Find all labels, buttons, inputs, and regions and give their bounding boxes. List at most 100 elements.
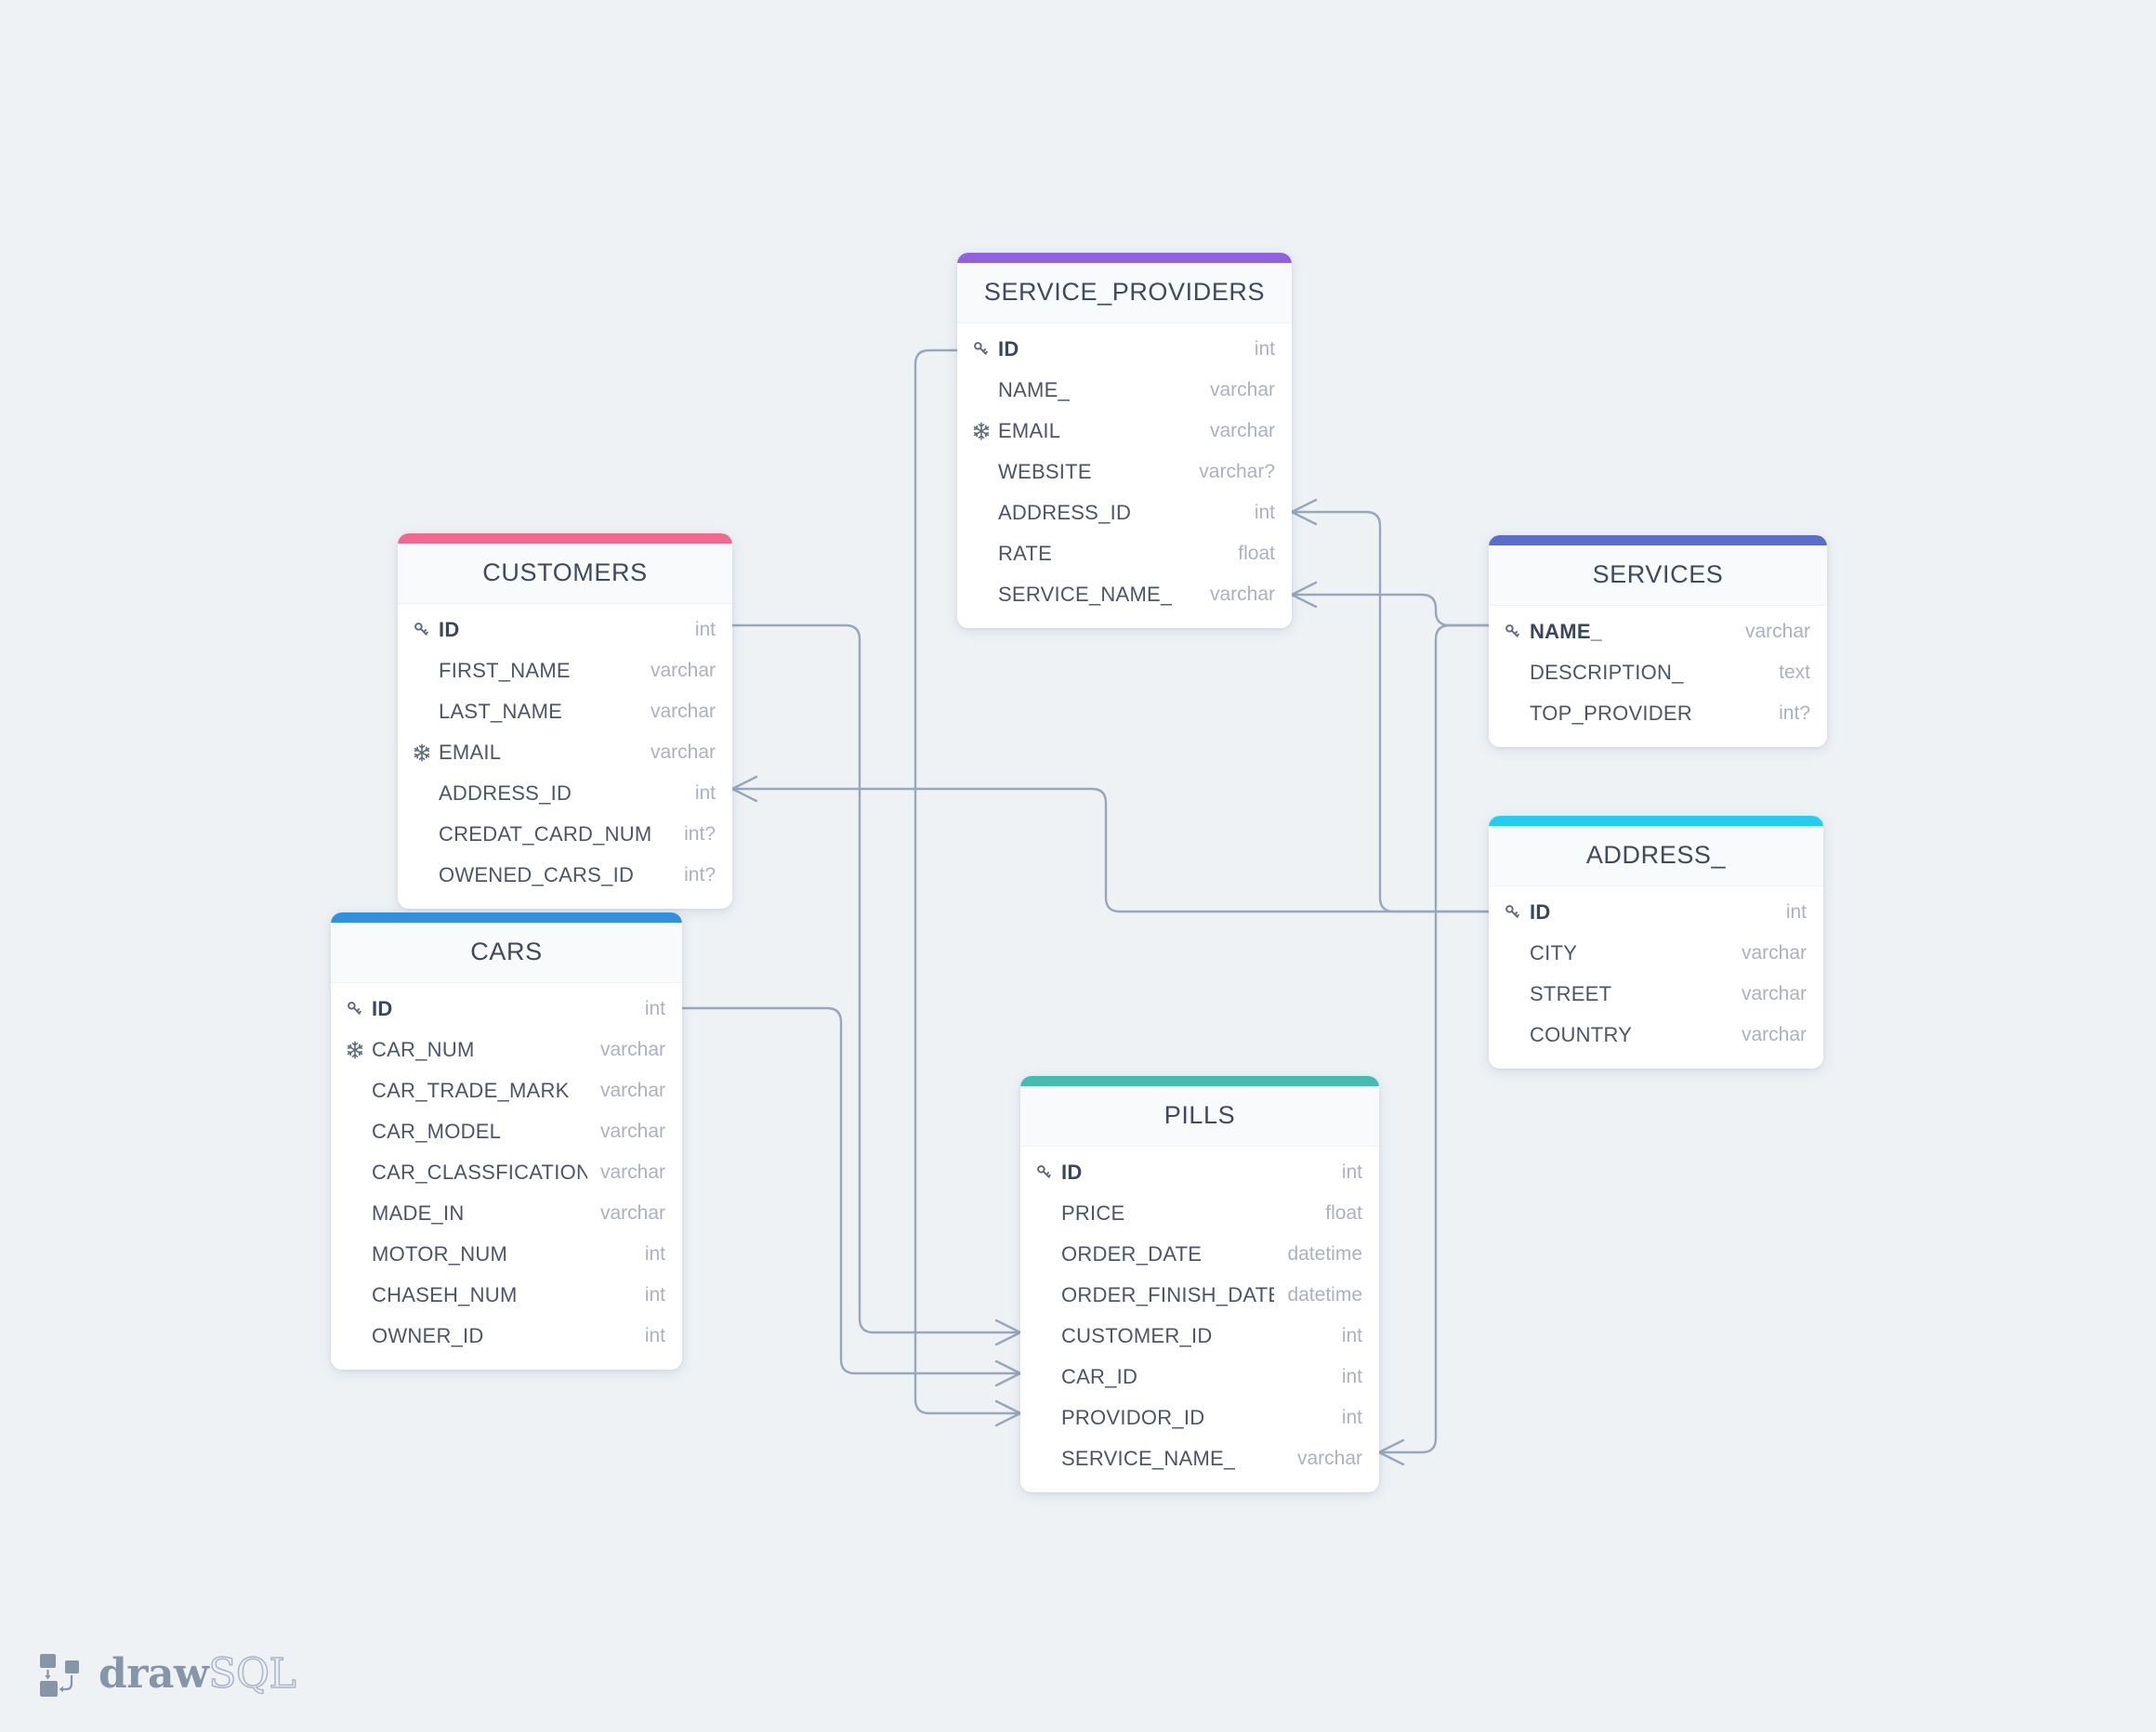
table-card-address_[interactable]: ADDRESS_IDintCITYvarcharSTREETvarcharCOU… (1489, 816, 1823, 1069)
column-name: MADE_IN (372, 1201, 465, 1226)
column-name: NAME_ (998, 378, 1070, 402)
crowsfoot-icon (996, 1401, 1020, 1425)
column-type: varchar (1734, 983, 1807, 1005)
column-row[interactable]: CREDAT_CARD_NUMint? (398, 814, 732, 855)
column-row[interactable]: IDint (957, 329, 1292, 370)
column-type: float (1318, 1202, 1362, 1225)
column-row[interactable]: IDint (398, 610, 732, 650)
column-type: varchar (1290, 1448, 1362, 1470)
column-name: CAR_NUM (372, 1038, 475, 1062)
column-row[interactable]: STREET varchar (1489, 974, 1823, 1015)
column-type: varchar (593, 1080, 665, 1102)
column-type: int? (1771, 702, 1810, 725)
column-type: int (1779, 901, 1807, 924)
column-row[interactable]: DESCRIPTION_text (1489, 652, 1827, 693)
column-type: varchar (593, 1202, 665, 1225)
column-type: varchar (643, 741, 716, 764)
column-row[interactable]: CAR_MODELvarchar (331, 1111, 682, 1152)
column-row[interactable]: MADE_IN varchar (331, 1193, 682, 1234)
column-type: varchar (1734, 942, 1807, 964)
column-type: varchar (643, 701, 716, 723)
column-row[interactable]: OWENED_CARS_IDint? (398, 855, 732, 896)
column-row[interactable]: PROVIDOR_IDint (1020, 1397, 1379, 1438)
table-columns: IDintNAME_varcharEMAILvarcharWEBSITEvarc… (957, 323, 1292, 628)
drawsql-mark-icon (37, 1650, 85, 1699)
column-row[interactable]: EMAILvarchar (957, 411, 1292, 452)
column-row[interactable]: LAST_NAME varchar (398, 691, 732, 732)
column-type: varchar (1203, 420, 1275, 442)
column-type: int (638, 1325, 665, 1347)
table-card-service_providers[interactable]: SERVICE_PROVIDERSIDintNAME_varcharEMAILv… (957, 253, 1292, 628)
column-name: CAR_TRADE_MARK (372, 1079, 570, 1103)
column-type: varchar (593, 1039, 665, 1061)
column-name: CITY (1530, 941, 1577, 965)
column-row[interactable]: ADDRESS_IDint (957, 492, 1292, 533)
crowsfoot-icon (996, 1320, 1020, 1345)
column-name: EMAIL (439, 741, 501, 765)
column-type: int (1334, 1407, 1362, 1429)
column-row[interactable]: WEBSITEvarchar? (957, 452, 1292, 492)
column-row[interactable]: EMAIL varchar (398, 732, 732, 773)
column-name: STREET (1530, 982, 1611, 1006)
key-icon (1502, 902, 1524, 923)
column-row[interactable]: RATEfloat (957, 533, 1292, 574)
column-row[interactable]: CAR_NUM varchar (331, 1030, 682, 1070)
column-type: int (1334, 1161, 1362, 1184)
crowsfoot-icon (1292, 500, 1316, 524)
column-name: ORDER_DATE (1061, 1242, 1202, 1266)
column-name: ADDRESS_ID (439, 781, 572, 806)
table-card-customers[interactable]: CUSTOMERSIDintFIRST_NAMEvarcharLAST_NAME… (398, 533, 732, 909)
column-row[interactable]: CHASEH_NUMint (331, 1275, 682, 1316)
column-row[interactable]: CITY varchar (1489, 933, 1823, 974)
column-type: int? (677, 823, 716, 846)
column-row[interactable]: ADDRESS_IDint (398, 773, 732, 814)
column-type: varchar (643, 660, 716, 682)
table-card-services[interactable]: SERVICESNAME_varcharDESCRIPTION_textTOP_… (1489, 535, 1827, 747)
table-columns: NAME_varcharDESCRIPTION_textTOP_PROVIDER… (1489, 606, 1827, 747)
drawsql-logo: drawSQL (37, 1650, 296, 1699)
relationship-edge (1292, 595, 1489, 625)
table-card-pills[interactable]: PILLSIDintPRICEfloatORDER_DATEdatetimeOR… (1020, 1076, 1379, 1492)
logo-text-draw: draw (99, 1650, 208, 1698)
column-row[interactable]: COUNTRYvarchar (1489, 1015, 1823, 1056)
column-name: WEBSITE (998, 460, 1092, 484)
column-type: float (1230, 543, 1275, 565)
column-row[interactable]: FIRST_NAMEvarchar (398, 650, 732, 691)
column-row[interactable]: OWNER_ID int (331, 1316, 682, 1357)
column-type: varchar (1738, 621, 1810, 643)
table-columns: ID int PRICEfloatORDER_DATEdatetimeORDER_F… (1020, 1147, 1379, 1492)
column-name: CAR_ID (1061, 1365, 1137, 1389)
key-icon (1502, 622, 1524, 642)
column-row[interactable]: CAR_IDint (1020, 1357, 1379, 1397)
column-row[interactable]: IDint (1489, 892, 1823, 933)
column-name: LAST_NAME (439, 700, 562, 724)
column-row[interactable]: NAME_varchar (957, 370, 1292, 411)
column-type: int (638, 1284, 665, 1306)
column-row[interactable]: ORDER_FINISH_DATEdatetime (1020, 1275, 1379, 1316)
column-type: varchar (593, 1161, 665, 1184)
column-row[interactable]: CAR_TRADE_MARK varchar (331, 1070, 682, 1111)
erd-canvas[interactable]: SERVICE_PROVIDERSIDintNAME_varcharEMAILv… (0, 0, 2156, 1732)
column-row[interactable]: MOTOR_NUMint (331, 1234, 682, 1275)
snowflake-icon (970, 421, 993, 441)
column-row[interactable]: ID int (1020, 1152, 1379, 1193)
column-row[interactable]: SERVICE_NAME_ varchar (1020, 1438, 1379, 1479)
column-row[interactable]: ORDER_DATEdatetime (1020, 1234, 1379, 1275)
column-row[interactable]: IDint (331, 989, 682, 1030)
column-row[interactable]: CAR_CLASSFICATIONvarchar (331, 1152, 682, 1193)
column-name: ID (1061, 1161, 1083, 1185)
column-row[interactable]: TOP_PROVIDERint? (1489, 693, 1827, 734)
column-type: varchar (593, 1121, 665, 1143)
column-name: CUSTOMER_ID (1061, 1324, 1212, 1348)
column-name: COUNTRY (1530, 1023, 1632, 1047)
table-card-cars[interactable]: CARSIDintCAR_NUMvarcharCAR_TRADE_MARKvar… (331, 912, 682, 1370)
snowflake-icon (344, 1040, 366, 1060)
column-row[interactable]: PRICEfloat (1020, 1193, 1379, 1234)
table-accent-bar (1489, 535, 1827, 545)
column-row[interactable]: SERVICE_NAME_varchar (957, 574, 1292, 615)
column-name: OWNER_ID (372, 1324, 484, 1348)
column-type: int (1247, 338, 1275, 361)
column-name: SERVICE_NAME_ (1061, 1447, 1235, 1471)
column-row[interactable]: NAME_varchar (1489, 611, 1827, 652)
column-row[interactable]: CUSTOMER_IDint (1020, 1316, 1379, 1357)
